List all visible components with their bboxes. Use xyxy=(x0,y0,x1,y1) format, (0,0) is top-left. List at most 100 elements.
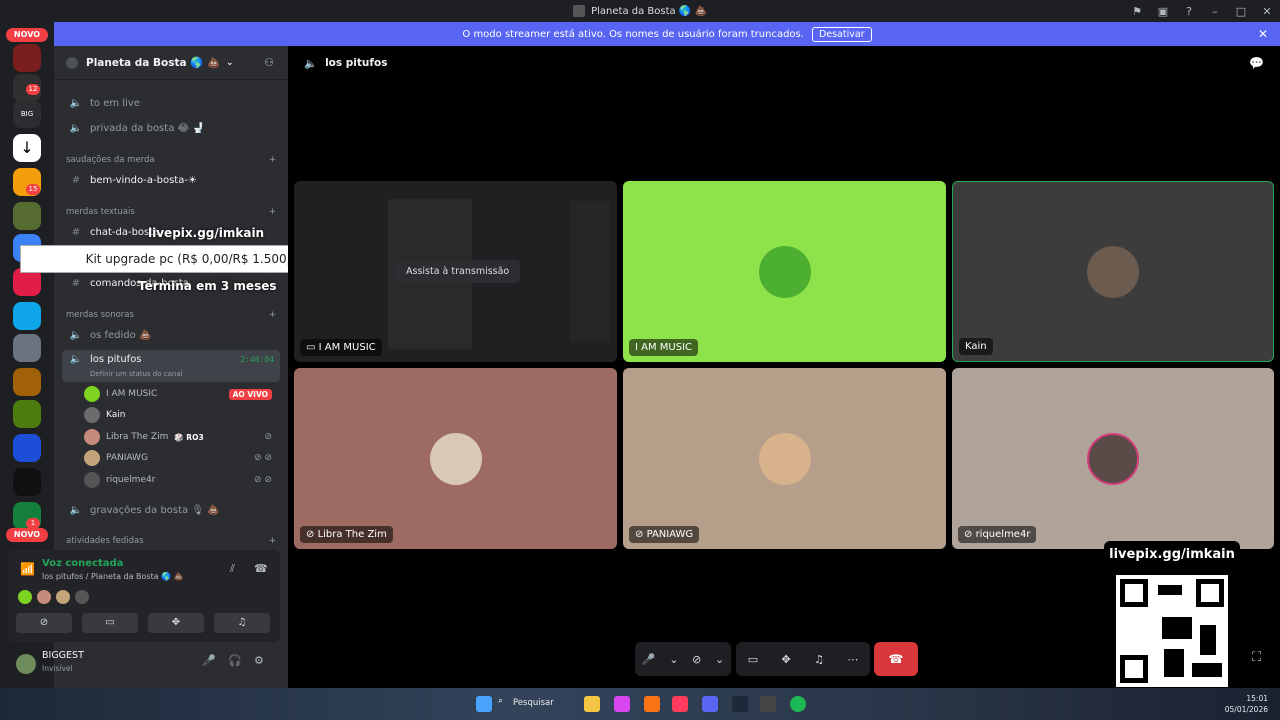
fullscreen-icon[interactable]: ⛶ xyxy=(1252,650,1261,665)
server-icon[interactable] xyxy=(13,400,41,428)
avatar xyxy=(758,432,811,485)
server-icon[interactable] xyxy=(13,468,41,496)
app-icon[interactable] xyxy=(644,696,660,712)
channel-status-hint[interactable]: Definir um status do canal xyxy=(90,370,183,378)
noise-suppression-icon[interactable]: ⫽ xyxy=(230,562,235,576)
folder-icon[interactable] xyxy=(584,696,600,712)
avatar[interactable] xyxy=(75,590,89,604)
category-saudacoes[interactable]: saudações da merda + xyxy=(66,155,276,165)
deafened-icon: ⊘ ⊘ xyxy=(254,475,272,485)
tile-name: I AM MUSIC xyxy=(629,339,699,356)
soundboard-icon[interactable]: ♫ xyxy=(814,653,824,666)
channel-os-fedido[interactable]: 🔈 os fedido 💩 xyxy=(62,324,280,346)
participant-tile[interactable]: ⊘ riquelme4r xyxy=(952,368,1274,549)
server-icon[interactable] xyxy=(13,368,41,396)
disable-streamer-button[interactable]: Desativar xyxy=(811,26,872,42)
participant-tile[interactable]: ⊘ PANIAWG xyxy=(623,368,946,549)
more-icon[interactable]: ⋯ xyxy=(847,653,858,666)
participant-tile[interactable]: ⊘ Libra The Zim xyxy=(294,368,617,549)
category-label: atividades fedidas xyxy=(66,536,144,546)
donation-qr: livepix.gg/imkain xyxy=(1104,541,1240,697)
close-icon[interactable]: ✕ xyxy=(1258,27,1268,41)
discord-icon[interactable] xyxy=(702,696,718,712)
download-icon[interactable]: ↓ xyxy=(13,134,41,162)
avatar[interactable] xyxy=(37,590,51,604)
channel-privada[interactable]: 🔈 privada da bosta 😂 🚽 xyxy=(62,117,280,139)
stream-preview xyxy=(570,201,610,341)
microphone-icon[interactable]: 🎤 xyxy=(642,653,656,666)
activities-button[interactable]: ✥ xyxy=(148,613,204,633)
server-icon[interactable] xyxy=(13,334,41,362)
participant-tile[interactable]: I AM MUSIC xyxy=(623,181,946,362)
server-icon[interactable] xyxy=(13,302,41,330)
soundboard-button[interactable]: ♫ xyxy=(214,613,270,633)
add-channel-icon[interactable]: + xyxy=(269,207,276,217)
tile-name: ⊘ riquelme4r xyxy=(958,526,1037,543)
stream-tile[interactable]: Assista à transmissão ▭ I AM MUSIC xyxy=(294,181,617,362)
chevron-down-icon[interactable]: ⌄ xyxy=(669,653,678,666)
voice-user[interactable]: Libra The Zim 🎲 RO3 ⊘ xyxy=(84,427,280,447)
voice-user[interactable]: Kain xyxy=(84,405,280,425)
server-header[interactable]: Planeta da Bosta 🌎 💩 ⌄ ⚇ xyxy=(54,46,288,80)
activities-icon[interactable]: ✥ xyxy=(781,653,790,666)
steam-icon[interactable] xyxy=(732,696,748,712)
username[interactable]: BIGGEST xyxy=(42,650,84,661)
add-channel-icon[interactable]: + xyxy=(269,536,276,546)
channel-gravacoes[interactable]: 🔈 gravações da bosta 🎙 💩 xyxy=(62,499,280,521)
chat-icon[interactable]: 💬 xyxy=(1249,56,1264,70)
music-icon[interactable] xyxy=(672,696,688,712)
inbox-icon[interactable]: ⚑ xyxy=(1124,5,1150,18)
spotify-icon[interactable] xyxy=(790,696,806,712)
watch-stream-button[interactable]: Assista à transmissão xyxy=(395,260,521,283)
signal-icon[interactable]: 📶 xyxy=(20,562,35,576)
server-icon[interactable] xyxy=(13,434,41,462)
app-icon[interactable] xyxy=(614,696,630,712)
microphone-icon[interactable]: 🎤 xyxy=(202,654,216,667)
monitor-icon[interactable]: ▣ xyxy=(1150,5,1176,18)
help-icon[interactable]: ? xyxy=(1176,5,1202,18)
camera-button[interactable]: ⊘ xyxy=(16,613,72,633)
deafened-icon: ⊘ xyxy=(964,529,976,540)
channel-header: 🔈 los pitufos 💬 xyxy=(288,46,1280,80)
voice-user[interactable]: PANIAWG ⊘ ⊘ xyxy=(84,448,280,468)
category-textuais[interactable]: merdas textuais + xyxy=(66,207,276,217)
maximize-button[interactable]: □ xyxy=(1228,5,1254,18)
camera-off-icon[interactable]: ⊘ xyxy=(692,653,701,666)
add-channel-icon[interactable]: + xyxy=(269,310,276,320)
channel-bem-vindo[interactable]: # bem-vindo-a-bosta-☀ xyxy=(62,169,280,191)
add-member-icon[interactable]: ⚇ xyxy=(264,56,274,69)
voice-user-name: Kain xyxy=(106,410,126,420)
chevron-down-icon[interactable]: ⌄ xyxy=(715,653,724,666)
participant-tile[interactable]: Kain xyxy=(952,181,1274,362)
disconnect-icon[interactable]: ☎ xyxy=(254,562,268,575)
server-icon[interactable] xyxy=(13,202,41,230)
voice-connected-subtitle[interactable]: los pitufos / Planeta da Bosta 🌎 💩 xyxy=(42,572,184,581)
minimize-button[interactable]: – xyxy=(1202,5,1228,18)
gear-icon[interactable]: ⚙ xyxy=(254,654,264,667)
search-icon[interactable]: ⌕ xyxy=(498,696,514,712)
server-icon[interactable] xyxy=(13,44,41,72)
avatar[interactable] xyxy=(16,654,36,674)
avatar[interactable] xyxy=(56,590,70,604)
voice-user[interactable]: I AM MUSIC AO VIVO xyxy=(84,384,280,404)
clock[interactable]: 15:01 05/01/2026 xyxy=(1225,693,1268,715)
channel-los-pitufos[interactable]: 🔈 los pitufos 2:46:04 Definir um status … xyxy=(62,350,280,382)
channel-to-em-live[interactable]: 🔈 to em live xyxy=(62,92,280,114)
taskbar-search[interactable]: Pesquisar xyxy=(513,698,554,708)
screenshare-icon[interactable]: ▭ xyxy=(748,653,758,666)
deafened-icon: ⊘ xyxy=(635,529,647,540)
avatar[interactable] xyxy=(18,590,32,604)
close-window-button[interactable]: ✕ xyxy=(1254,5,1280,18)
category-sonoras[interactable]: merdas sonoras + xyxy=(66,310,276,320)
headphones-icon[interactable]: 🎧 xyxy=(228,654,242,667)
channel-title: los pitufos xyxy=(325,57,388,69)
voice-user[interactable]: riquelme4r ⊘ ⊘ xyxy=(84,470,280,490)
screenshare-button[interactable]: ▭ xyxy=(82,613,138,633)
app-icon[interactable] xyxy=(760,696,776,712)
chevron-down-icon: ⌄ xyxy=(226,57,234,68)
start-icon[interactable] xyxy=(476,696,492,712)
server-icon[interactable]: BIG xyxy=(13,100,41,128)
add-channel-icon[interactable]: + xyxy=(269,155,276,165)
category-atividades[interactable]: atividades fedidas + xyxy=(66,536,276,546)
hangup-button[interactable]: ☎ xyxy=(874,642,918,676)
